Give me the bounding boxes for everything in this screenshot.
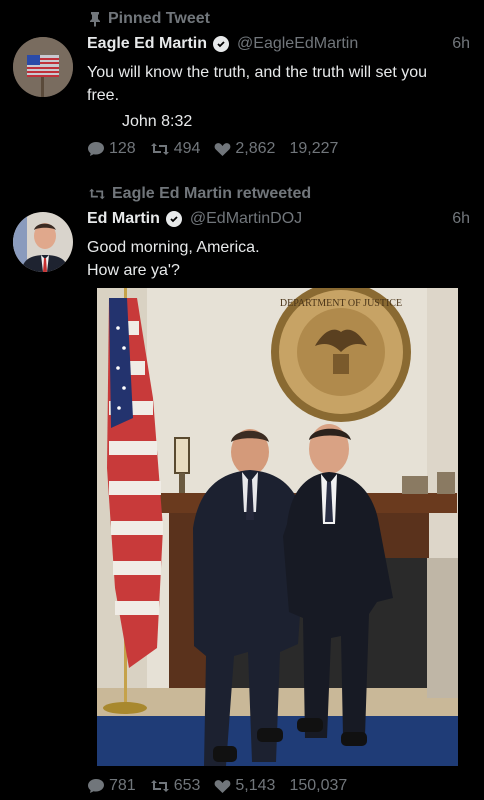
tweet-time: 6h [452,35,470,52]
retweet-icon [150,141,170,157]
avatar[interactable] [13,37,73,97]
retweet-context: Eagle Ed Martin retweeted [88,185,311,203]
view-count: 150,037 [289,777,348,794]
pin-icon [88,11,102,27]
reply-icon [87,778,105,794]
view-count: 19,227 [289,140,339,157]
pinned-context: Pinned Tweet [88,10,210,28]
retweeted-tweet[interactable]: Eagle Ed Martin retweeted Ed Martin @EdM… [0,170,484,800]
tweet-time: 6h [452,210,470,227]
reply-count: 781 [109,777,136,794]
like-button[interactable]: 5,143 [214,777,275,795]
retweet-count: 494 [173,140,201,157]
tweet-text-line: You will know the truth, and the truth w… [87,64,428,81]
retweet-button[interactable]: 653 [150,777,201,795]
tweet-header: Ed Martin @EdMartinDOJ 6h [87,210,470,228]
pinned-label: Pinned Tweet [108,10,210,27]
action-bar: 781 653 5,143 150,037 [87,777,361,795]
tweet-header: Eagle Ed Martin @EagleEdMartin 6h [87,35,470,53]
view-count-button[interactable]: 150,037 [289,777,347,795]
tweet-text: You will know the truth, and the truth w… [87,61,466,133]
pinned-tweet[interactable]: Pinned Tweet Eagle Ed Martin @EagleEdMar… [0,0,484,170]
author-handle[interactable]: @EdMartinDOJ [190,210,302,228]
tweet-text-line: John 8:32 [122,113,193,130]
retweet-count: 653 [173,777,201,794]
verified-icon [165,211,182,227]
author-handle[interactable]: @EagleEdMartin [237,35,358,53]
tweet-text: Good morning, America. How are ya'? [87,236,466,282]
action-bar: 128 494 2,862 19,227 [87,140,352,158]
like-count: 2,862 [235,140,276,157]
retweet-icon [150,778,170,794]
author-name[interactable]: Ed Martin [87,210,160,228]
tweet-text-line: free. [87,87,120,104]
reply-button[interactable]: 128 [87,140,136,158]
reply-icon [87,141,105,157]
retweet-icon [88,187,106,201]
seal-text: DEPARTMENT OF JUSTICE [280,298,402,309]
heart-icon [214,142,231,157]
tweet-photo[interactable]: DEPARTMENT OF JUSTICE [97,288,458,766]
reply-button[interactable]: 781 [87,777,136,795]
retweet-context-label: Eagle Ed Martin retweeted [112,185,312,202]
like-button[interactable]: 2,862 [214,140,275,158]
tweet-text-line: Good morning, America. [87,239,260,256]
retweet-button[interactable]: 494 [150,140,201,158]
author-name[interactable]: Eagle Ed Martin [87,35,207,53]
verified-icon [213,36,230,52]
reply-count: 128 [109,140,136,157]
heart-icon [214,779,231,794]
avatar[interactable] [13,212,73,272]
tweet-text-line: How are ya'? [87,262,180,279]
view-count-button[interactable]: 19,227 [289,140,338,158]
like-count: 5,143 [235,777,276,794]
